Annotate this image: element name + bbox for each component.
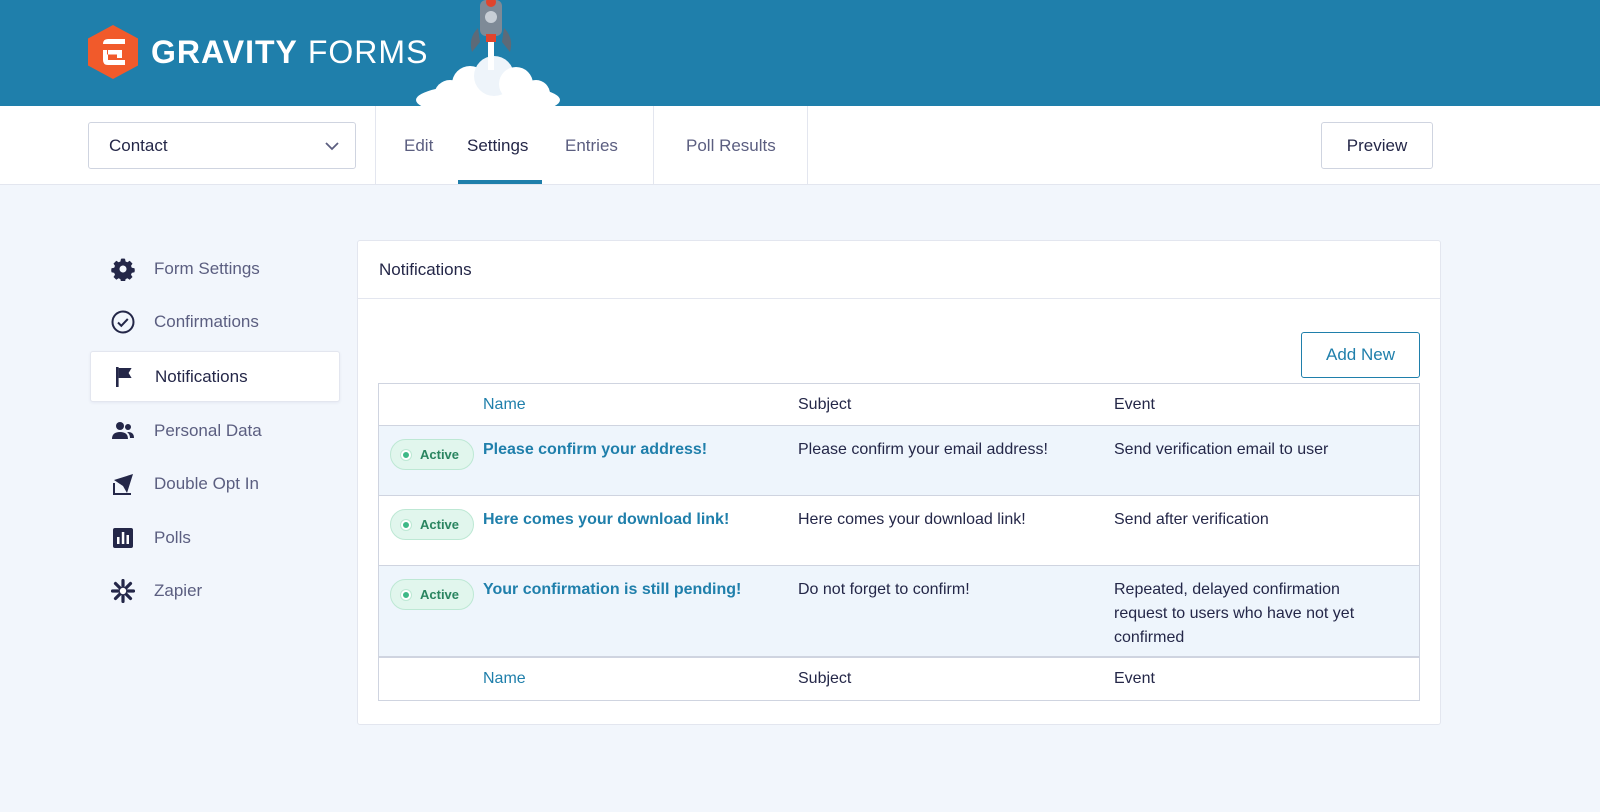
status-label: Active: [420, 517, 460, 532]
sidebar-item-confirmations[interactable]: Confirmations: [90, 296, 340, 347]
rocket-illustration-icon: [416, 0, 560, 106]
toolbar-divider: [375, 106, 376, 185]
column-footer-event: Event: [1114, 670, 1155, 687]
zapier-icon: [110, 578, 136, 604]
notification-subject: Here comes your download link!: [798, 511, 1026, 528]
form-switcher-select[interactable]: Contact: [88, 122, 356, 169]
users-icon: [110, 418, 136, 444]
tab-edit[interactable]: Edit: [404, 106, 433, 185]
table-row: Active Your confirmation is still pendin…: [379, 566, 1419, 657]
column-footer-name[interactable]: Name: [483, 667, 526, 691]
column-footer-subject: Subject: [798, 670, 852, 687]
sidebar-item-polls[interactable]: Polls: [90, 512, 340, 563]
gear-icon: [110, 256, 136, 282]
gravity-forms-logo-icon: [88, 25, 138, 79]
gravity-forms-logo[interactable]: GRAVITY FORMS: [87, 24, 428, 80]
sidebar-item-label: Personal Data: [154, 420, 262, 440]
notification-event: Send after verification: [1114, 511, 1269, 528]
sidebar-item-zapier[interactable]: Zapier: [90, 565, 340, 616]
toolbar-divider: [653, 106, 654, 185]
form-switcher-value: Contact: [109, 135, 168, 155]
sidebar-item-label: Double Opt In: [154, 473, 259, 493]
status-dot-icon: [401, 449, 411, 460]
status-badge[interactable]: Active: [390, 579, 474, 610]
notification-name-link[interactable]: Please confirm your address!: [483, 438, 707, 462]
sidebar-item-form-settings[interactable]: Form Settings: [90, 243, 340, 294]
sidebar-item-label: Notifications: [155, 366, 248, 386]
tab-entries[interactable]: Entries: [565, 106, 618, 185]
column-header-name[interactable]: Name: [483, 393, 526, 417]
send-icon: [110, 471, 136, 497]
flag-icon: [111, 364, 137, 390]
table-header-row: Name Subject Event: [379, 384, 1419, 426]
sidebar-item-label: Polls: [154, 527, 191, 547]
brand-header: GRAVITY FORMS: [0, 0, 1600, 106]
sidebar-item-notifications[interactable]: Notifications: [90, 351, 340, 402]
active-tab-indicator: [458, 180, 542, 184]
table-footer-row: Name Subject Event: [379, 657, 1419, 700]
notification-event: Send verification email to user: [1114, 441, 1329, 458]
status-badge[interactable]: Active: [390, 439, 474, 470]
notification-subject: Please confirm your email address!: [798, 441, 1048, 458]
status-label: Active: [420, 587, 460, 602]
tab-poll-results[interactable]: Poll Results: [686, 106, 776, 185]
sidebar-item-label: Confirmations: [154, 311, 259, 331]
tab-settings[interactable]: Settings: [467, 106, 528, 185]
notifications-panel: Notifications Add New Name Subject Event…: [357, 240, 1441, 725]
check-circle-icon: [110, 309, 136, 335]
preview-button[interactable]: Preview: [1321, 122, 1433, 169]
notification-name-link[interactable]: Here comes your download link!: [483, 508, 729, 532]
notification-name-link[interactable]: Your confirmation is still pending!: [483, 578, 741, 602]
brand-name-bold: GRAVITY: [151, 33, 298, 70]
sidebar-item-label: Zapier: [154, 580, 203, 600]
chevron-down-icon: [325, 142, 339, 151]
form-toolbar: Contact Edit Settings Entries Poll Resul…: [0, 106, 1600, 185]
status-label: Active: [420, 447, 460, 462]
toolbar-divider: [807, 106, 808, 185]
notifications-table: Name Subject Event Active Please confirm…: [378, 383, 1420, 701]
notification-subject: Do not forget to confirm!: [798, 581, 970, 598]
status-dot-icon: [401, 589, 411, 600]
table-row: Active Please confirm your address! Plea…: [379, 426, 1419, 496]
bar-chart-icon: [110, 525, 136, 551]
sidebar-item-label: Form Settings: [154, 258, 260, 278]
table-row: Active Here comes your download link! He…: [379, 496, 1419, 566]
column-header-event: Event: [1114, 396, 1155, 413]
sidebar-item-personal-data[interactable]: Personal Data: [90, 405, 340, 456]
add-new-button[interactable]: Add New: [1301, 332, 1420, 378]
status-dot-icon: [401, 519, 411, 530]
status-badge[interactable]: Active: [390, 509, 474, 540]
column-header-subject: Subject: [798, 396, 852, 413]
sidebar-item-double-opt-in[interactable]: Double Opt In: [90, 458, 340, 509]
notification-event: Repeated, delayed confirmation request t…: [1114, 581, 1355, 646]
panel-title: Notifications: [358, 241, 1440, 299]
